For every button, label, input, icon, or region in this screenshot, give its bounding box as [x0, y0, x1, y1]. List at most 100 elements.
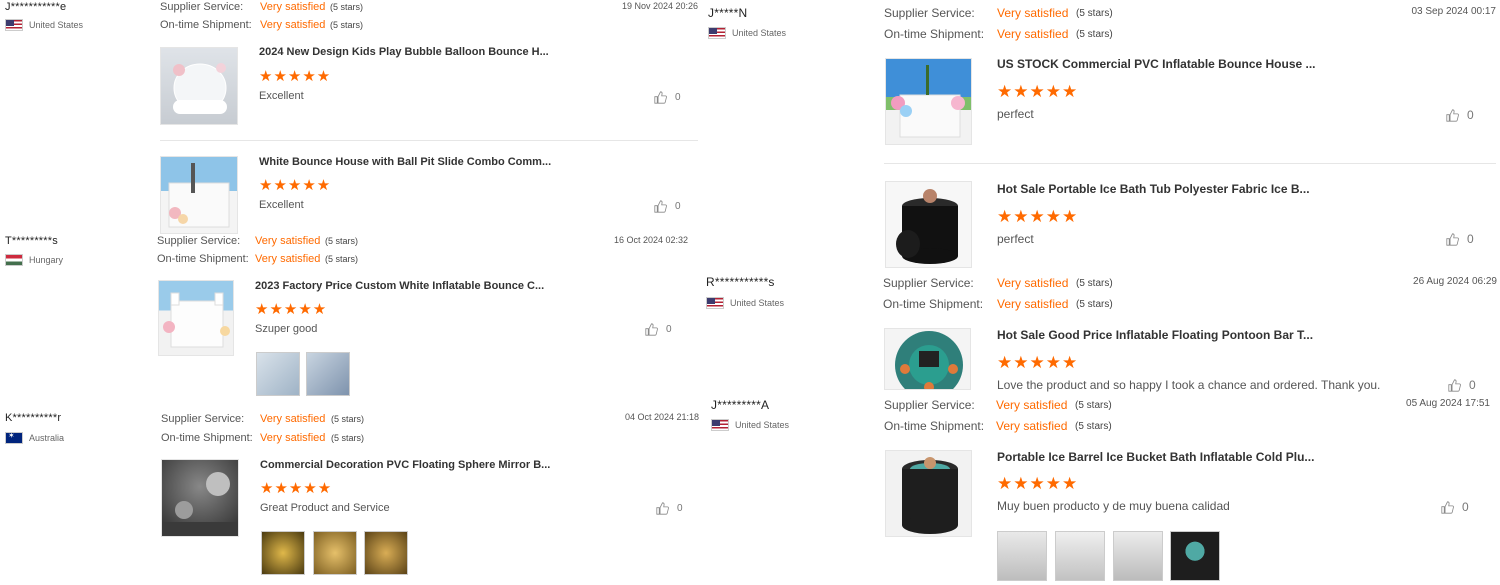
reviewer-country: United States — [706, 297, 784, 309]
hungary-flag-icon — [5, 254, 23, 266]
like-button[interactable]: 0 — [1448, 378, 1476, 392]
reviewer-country: United States — [5, 19, 83, 31]
like-count: 0 — [1467, 108, 1474, 122]
review-text: Great Product and Service — [260, 502, 390, 514]
like-button[interactable]: 0 — [654, 200, 681, 213]
rating-stars: ★★★★★ — [997, 82, 1079, 101]
product-thumbnail[interactable] — [158, 280, 234, 356]
like-count: 0 — [1467, 232, 1474, 246]
supplier-service-stars: (5 stars) — [330, 2, 364, 12]
product-thumbnail[interactable] — [885, 58, 972, 145]
product-title-link[interactable]: White Bounce House with Ball Pit Slide C… — [259, 156, 551, 168]
review-photo[interactable] — [1113, 531, 1163, 581]
supplier-service-label: Supplier Service: — [160, 1, 244, 13]
supplier-service-value: Very satisfied — [255, 235, 321, 247]
supplier-service-label: Supplier Service: — [157, 235, 241, 247]
bubble-house-image — [173, 63, 227, 114]
review-photo[interactable] — [256, 352, 300, 396]
thumbs-up-icon — [654, 91, 667, 104]
thumbs-up-icon — [1448, 378, 1461, 392]
like-button[interactable]: 0 — [654, 91, 681, 104]
product-thumbnail[interactable] — [885, 181, 972, 268]
rating-stars: ★★★★★ — [259, 68, 332, 85]
review-photo[interactable] — [364, 531, 408, 575]
thumbs-up-icon — [1441, 500, 1454, 514]
bounce-house-image — [891, 65, 965, 138]
like-count: 0 — [675, 201, 681, 212]
reviewer-country: United States — [708, 27, 786, 39]
like-button[interactable]: 0 — [656, 502, 683, 515]
review-date: 26 Aug 2024 06:29 — [1413, 276, 1497, 287]
review-photo[interactable] — [997, 531, 1047, 581]
ontime-shipment-label: On-time Shipment: — [884, 419, 985, 433]
reviewer-name: T*********s — [5, 235, 58, 247]
ontime-shipment-stars: (5 stars) — [330, 20, 364, 30]
reviewer-name: J***********e — [5, 1, 67, 13]
review-text: Muy buen producto y de muy buena calidad — [997, 499, 1230, 513]
country-label: Australia — [29, 433, 65, 443]
reviewer-name: J*****N — [708, 6, 748, 20]
review-photo[interactable] — [306, 352, 350, 396]
review-text: Szuper good — [255, 323, 318, 335]
product-thumbnail[interactable] — [161, 459, 239, 537]
divider — [884, 163, 1496, 164]
ontime-shipment-label: On-time Shipment: — [883, 297, 984, 311]
review-photo[interactable] — [1170, 531, 1220, 581]
product-title-link[interactable]: Hot Sale Portable Ice Bath Tub Polyester… — [997, 182, 1310, 196]
supplier-service-value: Very satisfied — [997, 6, 1069, 20]
review-text: perfect — [997, 232, 1034, 246]
like-count: 0 — [677, 503, 683, 514]
reviewer-country: Australia — [5, 432, 64, 444]
like-button[interactable]: 0 — [645, 323, 672, 336]
review-photo[interactable] — [1055, 531, 1105, 581]
product-title-link[interactable]: 2023 Factory Price Custom White Inflatab… — [255, 280, 544, 292]
like-button[interactable]: 0 — [1446, 232, 1474, 246]
review-text: perfect — [997, 107, 1034, 121]
review-photo[interactable] — [261, 531, 305, 575]
like-count: 0 — [1462, 500, 1469, 514]
product-thumbnail[interactable] — [160, 156, 238, 234]
supplier-service-stars: (5 stars) — [1076, 8, 1113, 19]
like-count: 0 — [675, 92, 681, 103]
ontime-shipment-value: Very satisfied — [997, 27, 1069, 41]
product-title-link[interactable]: US STOCK Commercial PVC Inflatable Bounc… — [997, 57, 1316, 71]
product-title-link[interactable]: Portable Ice Barrel Ice Bucket Bath Infl… — [997, 450, 1314, 464]
review-text: Love the product and so happy I took a c… — [997, 378, 1381, 392]
thumbs-up-icon — [645, 323, 658, 336]
review-text: Excellent — [259, 90, 304, 102]
supplier-service-value: Very satisfied — [996, 398, 1068, 412]
ontime-shipment-label: On-time Shipment: — [157, 253, 249, 265]
us-flag-icon — [706, 297, 724, 309]
product-title-link[interactable]: Commercial Decoration PVC Floating Spher… — [260, 459, 550, 471]
review-date: 04 Oct 2024 21:18 — [624, 412, 699, 422]
ontime-shipment-label: On-time Shipment: — [884, 27, 985, 41]
ontime-shipment-value: Very satisfied — [255, 253, 321, 265]
product-title-link[interactable]: Hot Sale Good Price Inflatable Floating … — [997, 328, 1313, 342]
product-title-link[interactable]: 2024 New Design Kids Play Bubble Balloon… — [259, 46, 549, 58]
rating-stars: ★★★★★ — [997, 353, 1079, 372]
like-button[interactable]: 0 — [1446, 108, 1474, 122]
reviewer-name: J*********A — [711, 398, 770, 412]
country-label: United States — [730, 298, 785, 308]
thumbs-up-icon — [654, 200, 667, 213]
like-count: 0 — [666, 324, 672, 335]
australia-flag-icon — [5, 432, 23, 444]
ontime-shipment-stars: (5 stars) — [1076, 299, 1113, 310]
us-flag-icon — [711, 419, 729, 431]
product-thumbnail[interactable] — [884, 328, 971, 390]
product-thumbnail[interactable] — [885, 450, 972, 537]
reviewer-name: K**********r — [5, 412, 62, 424]
ontime-shipment-stars: (5 stars) — [1075, 421, 1112, 432]
ontime-shipment-value: Very satisfied — [260, 432, 326, 444]
ontime-shipment-label: On-time Shipment: — [160, 19, 252, 31]
thumbs-up-icon — [1446, 108, 1459, 122]
supplier-service-stars: (5 stars) — [1075, 400, 1112, 411]
supplier-service-value: Very satisfied — [260, 1, 326, 13]
country-label: Hungary — [29, 255, 64, 265]
review-date: 16 Oct 2024 02:32 — [613, 235, 688, 245]
review-photo[interactable] — [313, 531, 357, 575]
product-thumbnail[interactable] — [160, 47, 238, 125]
reviewer-name: R***********s — [706, 275, 775, 289]
supplier-service-value: Very satisfied — [997, 276, 1069, 290]
like-button[interactable]: 0 — [1441, 500, 1469, 514]
